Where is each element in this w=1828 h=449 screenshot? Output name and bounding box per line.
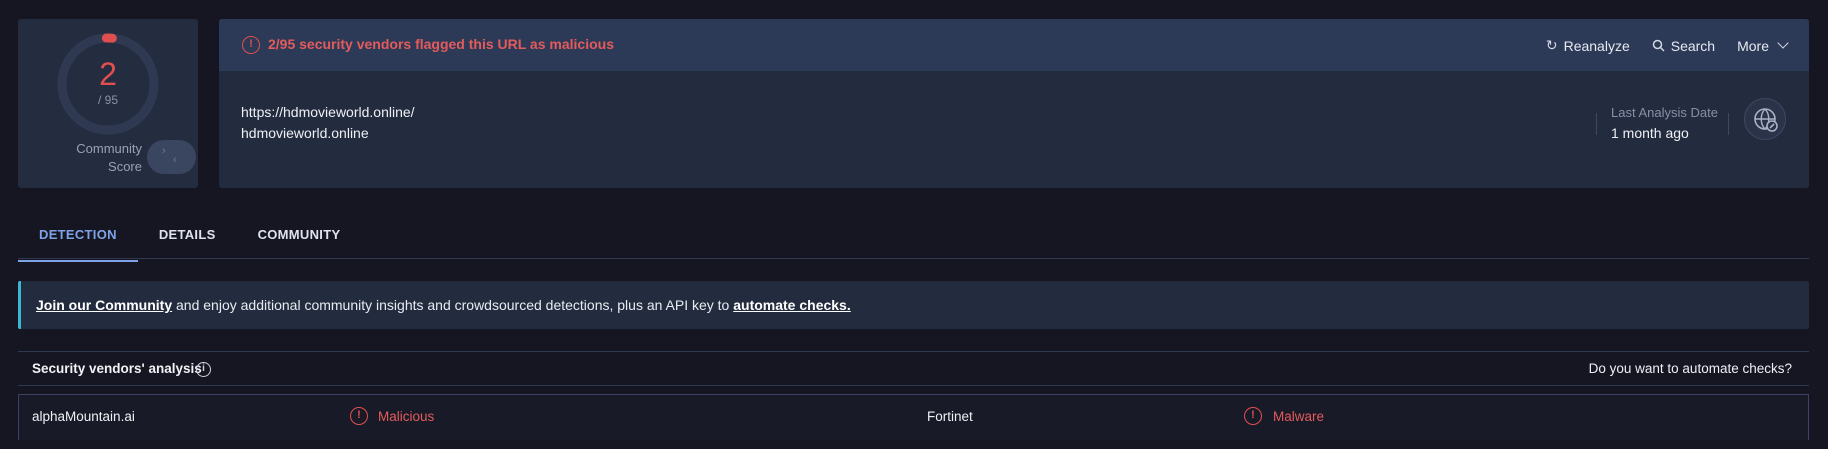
divider — [1728, 113, 1729, 135]
chevron-down-icon — [1777, 37, 1789, 49]
detection-total: / 95 — [97, 93, 118, 107]
section-divider — [18, 351, 1809, 352]
last-analysis-label: Last Analysis Date — [1611, 105, 1718, 120]
vendor-name: Fortinet — [927, 409, 973, 424]
detection-count: 2 — [99, 56, 117, 92]
alert-circle-icon: ! — [242, 36, 260, 54]
community-banner: Join our Community and enjoy additional … — [18, 281, 1809, 329]
tab-details[interactable]: DETAILS — [138, 211, 237, 262]
join-community-link[interactable]: Join our Community — [36, 297, 172, 313]
divider — [1596, 113, 1597, 135]
vendor-verdict: Malicious — [378, 409, 435, 424]
vendor-name: alphaMountain.ai — [32, 409, 135, 424]
refresh-icon: ↻ — [1545, 37, 1558, 53]
scanned-url[interactable]: https://hdmovieworld.online/ — [241, 104, 415, 120]
tab-detection[interactable]: DETECTION — [18, 211, 138, 262]
scanned-domain[interactable]: hdmovieworld.online — [241, 125, 369, 141]
reanalyze-button[interactable]: ↻ Reanalyze — [1546, 37, 1630, 54]
last-analysis-value: 1 month ago — [1611, 125, 1689, 141]
url-type-button[interactable] — [1744, 98, 1786, 140]
community-score-card: 2 / 95 Community Score › ‹ — [18, 19, 198, 188]
globe-link-icon — [1754, 108, 1778, 132]
tab-bar: DETECTION DETAILS COMMUNITY — [18, 211, 361, 262]
alert-message: 2/95 security vendors flagged this URL a… — [268, 36, 614, 52]
community-score-label: Community Score — [76, 141, 142, 174]
search-button[interactable]: Search — [1652, 38, 1715, 54]
automate-checks-prompt[interactable]: Do you want to automate checks? — [1589, 361, 1792, 376]
banner-text: Join our Community and enjoy additional … — [36, 297, 851, 313]
vendor-verdict: Malware — [1273, 409, 1325, 424]
tab-community[interactable]: COMMUNITY — [237, 211, 362, 262]
section-divider — [18, 385, 1809, 386]
info-icon[interactable]: i — [196, 362, 211, 377]
automate-checks-link[interactable]: automate checks. — [733, 297, 851, 313]
alert-circle-icon: ! — [1244, 407, 1262, 425]
alert-circle-icon: ! — [350, 407, 368, 425]
summary-card: ! 2/95 security vendors flagged this URL… — [219, 19, 1809, 188]
tabs-divider — [18, 258, 1809, 259]
search-icon — [1652, 39, 1665, 52]
more-dropdown[interactable]: More — [1737, 37, 1789, 54]
community-vote-toggle[interactable]: › ‹ — [147, 140, 196, 174]
alert-bar: ! 2/95 security vendors flagged this URL… — [219, 19, 1809, 71]
vendor-row: alphaMountain.ai ! Malicious Fortinet ! … — [18, 394, 1809, 440]
vendors-analysis-title: Security vendors' analysis — [32, 361, 202, 376]
